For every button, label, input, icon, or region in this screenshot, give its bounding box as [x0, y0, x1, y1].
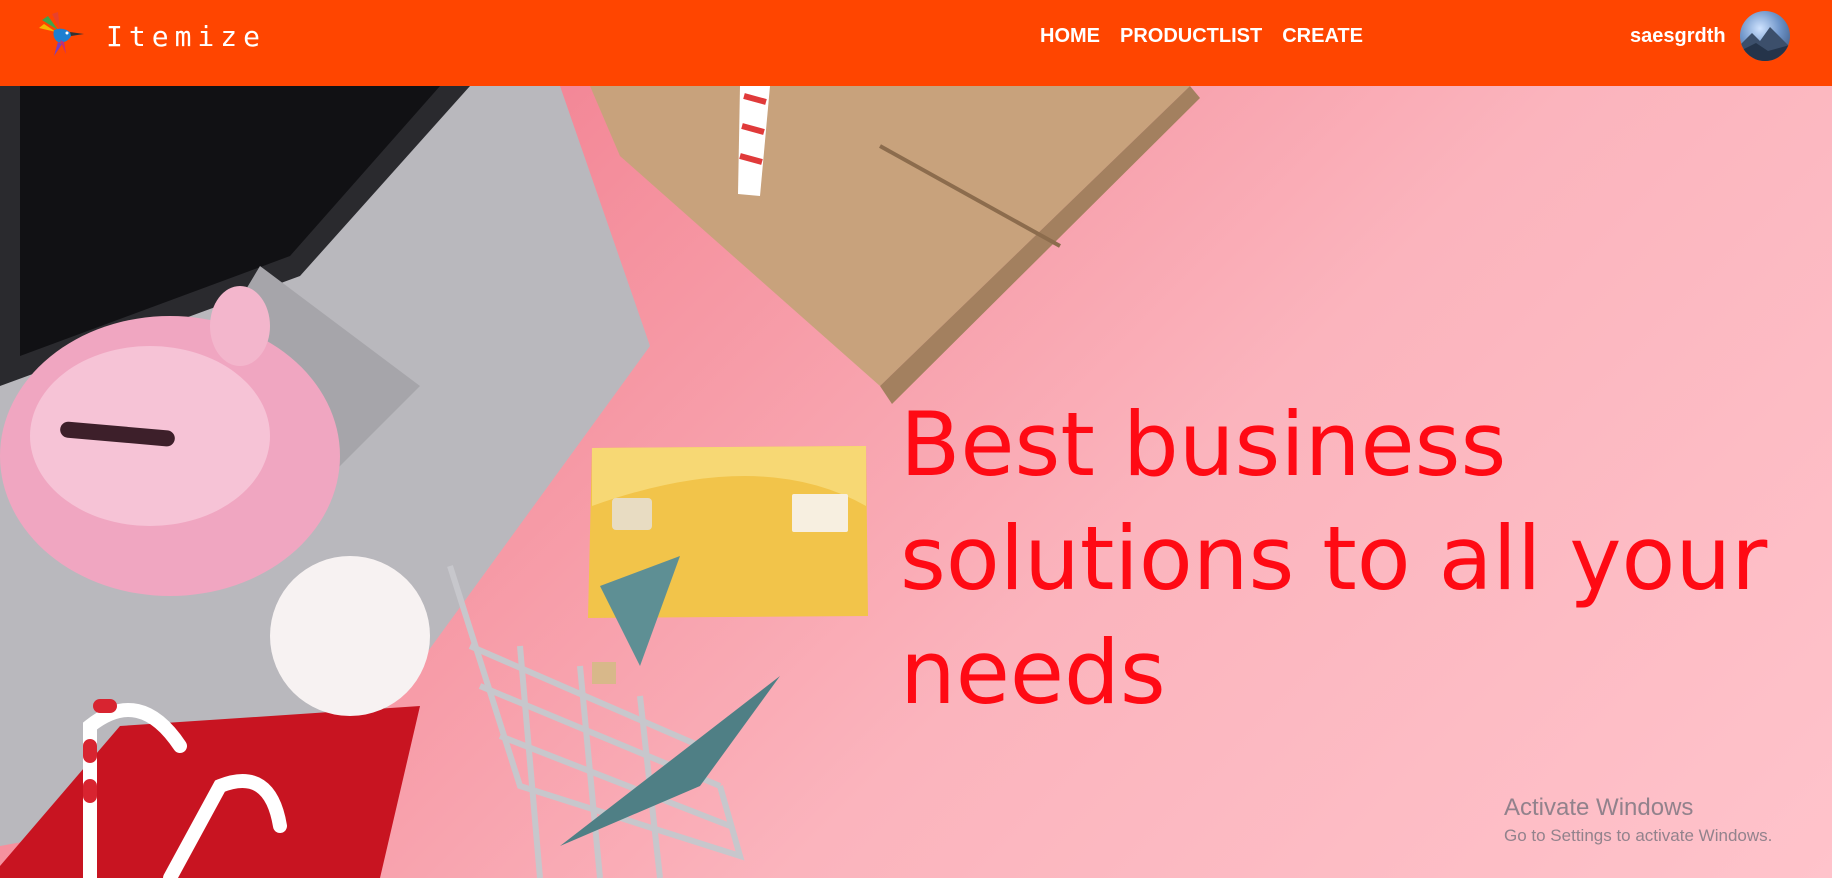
brand-link[interactable]: Itemize — [34, 10, 266, 62]
avatar-photo-icon — [1740, 27, 1790, 61]
nav-home-link[interactable]: HOME — [1040, 22, 1100, 50]
nav-create-link[interactable]: CREATE — [1282, 22, 1363, 50]
username[interactable]: saesgrdth — [1630, 22, 1726, 50]
watermark-title: Activate Windows — [1504, 794, 1694, 821]
user-avatar[interactable] — [1740, 11, 1790, 61]
hummingbird-logo-icon — [39, 12, 84, 56]
watermark-subtitle: Go to Settings to activate Windows. — [1504, 826, 1773, 845]
windows-activation-watermark: Activate Windows Go to Settings to activ… — [1504, 792, 1772, 848]
top-navbar: Itemize HOME PRODUCTLIST CREATE saesgrdt… — [0, 0, 1832, 86]
gift-box-image — [590, 86, 1200, 404]
main-nav: HOME PRODUCTLIST CREATE — [1040, 22, 1363, 50]
hero-banner: Best business solutions to all your need… — [0, 86, 1832, 878]
brand-name: Itemize — [106, 19, 267, 53]
nav-productlist-link[interactable]: PRODUCTLIST — [1120, 22, 1262, 50]
hero-headline: Best business solutions to all your need… — [900, 393, 1768, 724]
